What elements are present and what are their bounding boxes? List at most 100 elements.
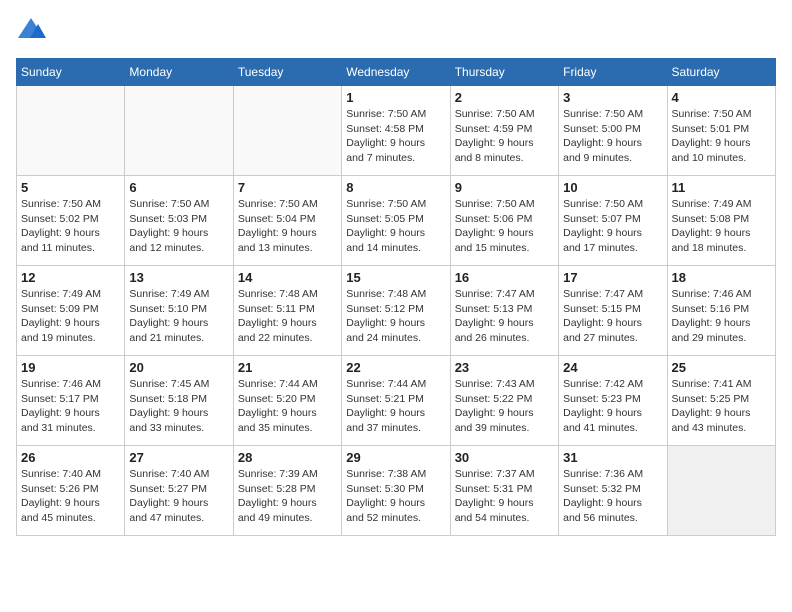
weekday-header: Friday <box>559 59 667 86</box>
day-info: Sunrise: 7:50 AMSunset: 5:04 PMDaylight:… <box>238 197 337 256</box>
day-info: Sunrise: 7:45 AMSunset: 5:18 PMDaylight:… <box>129 377 228 436</box>
day-number: 31 <box>563 450 662 465</box>
day-number: 23 <box>455 360 554 375</box>
day-number: 20 <box>129 360 228 375</box>
day-number: 22 <box>346 360 445 375</box>
calendar-cell <box>667 446 775 536</box>
calendar-cell: 1 Sunrise: 7:50 AMSunset: 4:58 PMDaylight… <box>342 86 450 176</box>
day-info: Sunrise: 7:36 AMSunset: 5:32 PMDaylight:… <box>563 467 662 526</box>
calendar-cell: 9 Sunrise: 7:50 AMSunset: 5:06 PMDaylight… <box>450 176 558 266</box>
day-info: Sunrise: 7:43 AMSunset: 5:22 PMDaylight:… <box>455 377 554 436</box>
day-number: 25 <box>672 360 771 375</box>
calendar-table: SundayMondayTuesdayWednesdayThursdayFrid… <box>16 58 776 536</box>
calendar-cell: 8Sunrise: 7:50 AMSunset: 5:05 PMDaylight… <box>342 176 450 266</box>
day-number: 17 <box>563 270 662 285</box>
logo <box>16 16 50 46</box>
calendar-cell <box>125 86 233 176</box>
day-number: 12 <box>21 270 120 285</box>
day-number: 19 <box>21 360 120 375</box>
day-number: 6 <box>129 180 228 195</box>
day-number: 26 <box>21 450 120 465</box>
day-number: 7 <box>238 180 337 195</box>
day-number: 8 <box>346 180 445 195</box>
calendar-cell: 10Sunrise: 7:50 AMSunset: 5:07 PMDayligh… <box>559 176 667 266</box>
calendar-cell: 28 Sunrise: 7:39 AMSunset: 5:28 PMDayligh… <box>233 446 341 536</box>
calendar-cell: 22 Sunrise: 7:44 AMSunset: 5:21 PMDayligh… <box>342 356 450 446</box>
day-info: Sunrise: 7:49 AMSunset: 5:08 PMDaylight:… <box>672 197 771 256</box>
day-info: Sunrise: 7:50 AMSunset: 4:59 PMDaylight:… <box>455 107 554 166</box>
calendar-cell: 13 Sunrise: 7:49 AMSunset: 5:10 PMDayligh… <box>125 266 233 356</box>
day-info: Sunrise: 7:50 AMSunset: 5:03 PMDaylight:… <box>129 197 228 256</box>
day-number: 4 <box>672 90 771 105</box>
day-info: Sunrise: 7:47 AMSunset: 5:13 PMDaylight:… <box>455 287 554 346</box>
calendar-cell: 31 Sunrise: 7:36 AMSunset: 5:32 PMDayligh… <box>559 446 667 536</box>
day-number: 13 <box>129 270 228 285</box>
weekday-header: Sunday <box>17 59 125 86</box>
day-number: 5 <box>21 180 120 195</box>
calendar-cell <box>233 86 341 176</box>
calendar-cell: 26 Sunrise: 7:40 AMSunset: 5:26 PMDayligh… <box>17 446 125 536</box>
day-info: Sunrise: 7:50 AMSunset: 5:02 PMDaylight:… <box>21 197 120 256</box>
day-number: 1 <box>346 90 445 105</box>
day-info: Sunrise: 7:50 AMSunset: 5:01 PMDaylight:… <box>672 107 771 166</box>
day-info: Sunrise: 7:37 AMSunset: 5:31 PMDaylight:… <box>455 467 554 526</box>
day-info: Sunrise: 7:42 AMSunset: 5:23 PMDaylight:… <box>563 377 662 436</box>
day-number: 16 <box>455 270 554 285</box>
day-info: Sunrise: 7:41 AMSunset: 5:25 PMDaylight:… <box>672 377 771 436</box>
day-info: Sunrise: 7:48 AMSunset: 5:11 PMDaylight:… <box>238 287 337 346</box>
day-number: 30 <box>455 450 554 465</box>
day-info: Sunrise: 7:48 AMSunset: 5:12 PMDaylight:… <box>346 287 445 346</box>
day-number: 14 <box>238 270 337 285</box>
page-header <box>16 16 776 46</box>
day-info: Sunrise: 7:46 AMSunset: 5:16 PMDaylight:… <box>672 287 771 346</box>
day-number: 15 <box>346 270 445 285</box>
calendar-cell: 6 Sunrise: 7:50 AMSunset: 5:03 PMDaylight… <box>125 176 233 266</box>
day-number: 29 <box>346 450 445 465</box>
weekday-header: Thursday <box>450 59 558 86</box>
day-info: Sunrise: 7:44 AMSunset: 5:21 PMDaylight:… <box>346 377 445 436</box>
calendar-cell: 30 Sunrise: 7:37 AMSunset: 5:31 PMDayligh… <box>450 446 558 536</box>
calendar-cell: 15 Sunrise: 7:48 AMSunset: 5:12 PMDayligh… <box>342 266 450 356</box>
calendar-cell: 7 Sunrise: 7:50 AMSunset: 5:04 PMDaylight… <box>233 176 341 266</box>
day-number: 2 <box>455 90 554 105</box>
calendar-cell: 2 Sunrise: 7:50 AMSunset: 4:59 PMDaylight… <box>450 86 558 176</box>
day-number: 27 <box>129 450 228 465</box>
day-info: Sunrise: 7:40 AMSunset: 5:26 PMDaylight:… <box>21 467 120 526</box>
calendar-cell: 5 Sunrise: 7:50 AMSunset: 5:02 PMDaylight… <box>17 176 125 266</box>
day-info: Sunrise: 7:46 AMSunset: 5:17 PMDaylight:… <box>21 377 120 436</box>
day-info: Sunrise: 7:50 AMSunset: 4:58 PMDaylight:… <box>346 107 445 166</box>
day-info: Sunrise: 7:40 AMSunset: 5:27 PMDaylight:… <box>129 467 228 526</box>
day-number: 9 <box>455 180 554 195</box>
weekday-header: Tuesday <box>233 59 341 86</box>
calendar-cell: 11 Sunrise: 7:49 AMSunset: 5:08 PMDayligh… <box>667 176 775 266</box>
day-info: Sunrise: 7:50 AMSunset: 5:06 PMDaylight:… <box>455 197 554 256</box>
calendar-header: SundayMondayTuesdayWednesdayThursdayFrid… <box>17 59 776 86</box>
day-number: 21 <box>238 360 337 375</box>
weekday-header: Saturday <box>667 59 775 86</box>
calendar-cell: 23 Sunrise: 7:43 AMSunset: 5:22 PMDayligh… <box>450 356 558 446</box>
day-info: Sunrise: 7:38 AMSunset: 5:30 PMDaylight:… <box>346 467 445 526</box>
weekday-header: Monday <box>125 59 233 86</box>
weekday-header: Wednesday <box>342 59 450 86</box>
day-info: Sunrise: 7:49 AMSunset: 5:09 PMDaylight:… <box>21 287 120 346</box>
day-info: Sunrise: 7:50 AMSunset: 5:00 PMDaylight:… <box>563 107 662 166</box>
calendar-cell: 4 Sunrise: 7:50 AMSunset: 5:01 PMDaylight… <box>667 86 775 176</box>
day-info: Sunrise: 7:44 AMSunset: 5:20 PMDaylight:… <box>238 377 337 436</box>
calendar-cell: 27 Sunrise: 7:40 AMSunset: 5:27 PMDayligh… <box>125 446 233 536</box>
calendar-cell: 16 Sunrise: 7:47 AMSunset: 5:13 PMDayligh… <box>450 266 558 356</box>
day-number: 18 <box>672 270 771 285</box>
day-info: Sunrise: 7:49 AMSunset: 5:10 PMDaylight:… <box>129 287 228 346</box>
calendar-cell: 25 Sunrise: 7:41 AMSunset: 5:25 PMDayligh… <box>667 356 775 446</box>
calendar-cell: 21 Sunrise: 7:44 AMSunset: 5:20 PMDayligh… <box>233 356 341 446</box>
day-info: Sunrise: 7:47 AMSunset: 5:15 PMDaylight:… <box>563 287 662 346</box>
day-number: 11 <box>672 180 771 195</box>
calendar-cell: 19 Sunrise: 7:46 AMSunset: 5:17 PMDayligh… <box>17 356 125 446</box>
day-number: 28 <box>238 450 337 465</box>
calendar-cell: 17 Sunrise: 7:47 AMSunset: 5:15 PMDayligh… <box>559 266 667 356</box>
day-info: Sunrise: 7:39 AMSunset: 5:28 PMDaylight:… <box>238 467 337 526</box>
logo-icon <box>16 16 46 46</box>
calendar-cell: 14 Sunrise: 7:48 AMSunset: 5:11 PMDayligh… <box>233 266 341 356</box>
calendar-cell: 18 Sunrise: 7:46 AMSunset: 5:16 PMDayligh… <box>667 266 775 356</box>
day-number: 3 <box>563 90 662 105</box>
day-number: 10 <box>563 180 662 195</box>
